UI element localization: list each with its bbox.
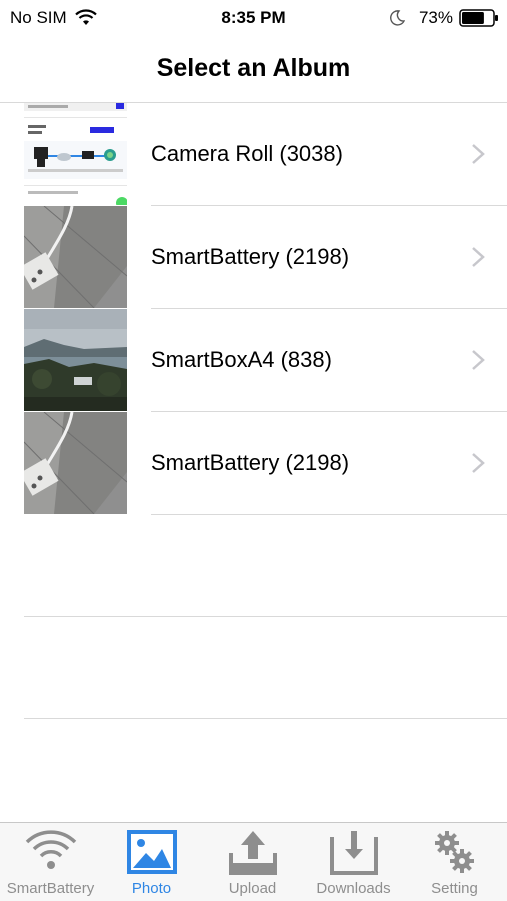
- album-title: SmartBoxA4 (838): [151, 347, 332, 372]
- album-thumbnail: [24, 309, 127, 411]
- row-separator: [151, 514, 507, 515]
- album-row[interactable]: SmartBoxA4 (838): [0, 309, 507, 412]
- chevron-right-icon: [472, 453, 485, 473]
- tab-label: SmartBattery: [6, 880, 95, 897]
- tab-label: Upload: [228, 880, 277, 897]
- page-title: Select an Album: [156, 54, 351, 82]
- tab-upload[interactable]: Upload: [202, 823, 303, 901]
- download-icon: [330, 831, 378, 875]
- album-title: SmartBattery (2198): [151, 450, 350, 475]
- empty-row-separator: [24, 616, 507, 617]
- status-right: 73%: [389, 8, 499, 28]
- tab-downloads[interactable]: Downloads: [303, 823, 404, 901]
- tab-bar: SmartBattery Photo Upload Downloads Sett…: [0, 822, 507, 901]
- gear-icon: [435, 831, 474, 873]
- tab-label: Downloads: [316, 880, 391, 897]
- wifi-icon: [25, 830, 77, 869]
- album-row[interactable]: SmartBattery (2198): [0, 206, 507, 309]
- tab-smartbattery[interactable]: SmartBattery: [0, 823, 101, 901]
- album-thumbnail: [24, 412, 127, 514]
- chevron-right-icon: [472, 144, 485, 164]
- chevron-right-icon: [472, 247, 485, 267]
- tab-setting[interactable]: Setting: [404, 823, 505, 901]
- album-thumbnail: [24, 206, 127, 308]
- status-bar: No SIM 8:35 PM 73%: [0, 0, 507, 36]
- tab-label: Setting: [431, 880, 478, 897]
- album-thumbnail: [24, 103, 127, 205]
- album-row[interactable]: Camera Roll (3038): [0, 103, 507, 206]
- chevron-right-icon: [472, 350, 485, 370]
- album-title: SmartBattery (2198): [151, 244, 350, 269]
- moon-icon: [390, 10, 405, 26]
- navigation-bar: Select an Album: [0, 36, 507, 103]
- upload-icon: [229, 831, 277, 875]
- tab-photo[interactable]: Photo: [101, 823, 202, 901]
- battery-percent: 73%: [418, 8, 453, 27]
- empty-row-separator: [24, 718, 507, 719]
- album-title: Camera Roll (3038): [151, 141, 343, 166]
- photo-icon: [127, 830, 177, 874]
- tab-label: Photo: [131, 880, 172, 897]
- battery-icon: [459, 9, 498, 27]
- album-list: Camera Roll (3038) SmartBattery (2198) S…: [0, 103, 507, 515]
- album-row[interactable]: SmartBattery (2198): [0, 412, 507, 515]
